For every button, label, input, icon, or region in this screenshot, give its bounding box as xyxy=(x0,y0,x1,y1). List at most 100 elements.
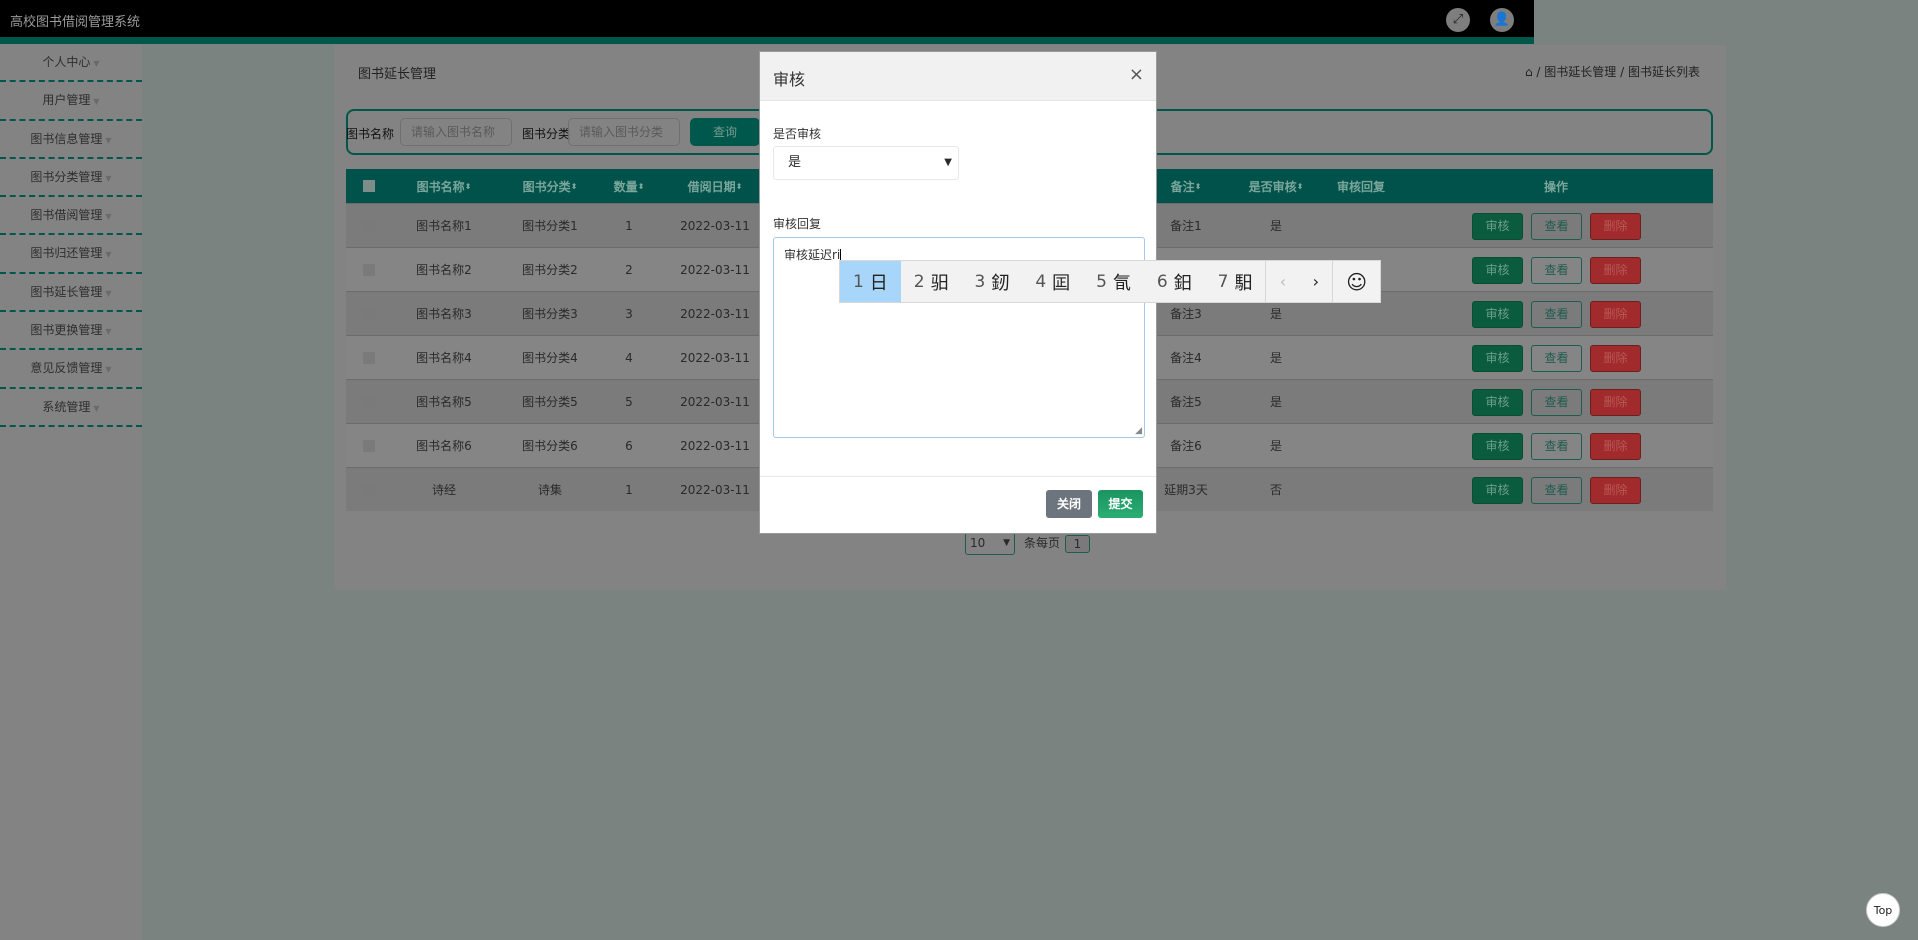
emoji-icon[interactable]: ☺ xyxy=(1333,261,1380,302)
page-button[interactable]: 1 xyxy=(1065,535,1090,553)
sidebar: 个人中心 ▼ 用户管理 ▼ 图书信息管理 ▼ 图书分类管理 ▼ 图书借阅管理 ▼ 图书归还管理 ▼ 图书… xyxy=(0,44,142,940)
cell-date: 2022-03-11 xyxy=(680,262,750,277)
column-header-approved[interactable]: 是否审核 ⬍ xyxy=(1249,169,1304,203)
close-icon[interactable]: × xyxy=(1129,64,1144,85)
cell-date: 2022-03-11 xyxy=(680,394,750,409)
sort-icon[interactable]: ⬍ xyxy=(465,182,472,191)
review-button[interactable]: 审核 xyxy=(1472,389,1523,416)
cell-approved: 是 xyxy=(1269,439,1283,453)
ime-candidate[interactable]: 1日 xyxy=(840,261,901,302)
sidebar-item[interactable]: 图书借阅管理 ▼ xyxy=(0,197,142,236)
row-checkbox[interactable] xyxy=(363,380,375,423)
delete-button[interactable]: 删除 xyxy=(1590,257,1641,284)
view-button[interactable]: 查看 xyxy=(1531,477,1582,504)
delete-button[interactable]: 删除 xyxy=(1590,477,1641,504)
sidebar-item[interactable]: 图书延长管理 ▼ xyxy=(0,274,142,313)
approve-select[interactable]: 是 ▼ xyxy=(773,146,959,180)
column-header-date[interactable]: 借阅日期 ⬍ xyxy=(688,169,743,203)
sidebar-item[interactable]: 图书信息管理 ▼ xyxy=(0,121,142,159)
row-checkbox[interactable] xyxy=(363,336,375,379)
delete-button[interactable]: 删除 xyxy=(1590,389,1641,416)
view-button[interactable]: 查看 xyxy=(1531,213,1582,240)
cell-qty: 2 xyxy=(625,262,633,277)
ime-candidate[interactable]: 6鈤 xyxy=(1144,261,1205,302)
view-button[interactable]: 查看 xyxy=(1531,345,1582,372)
column-header-category[interactable]: 图书分类 ⬍ xyxy=(523,169,578,203)
cell-category: 图书分类3 xyxy=(522,307,578,321)
row-checkbox[interactable] xyxy=(363,292,375,335)
close-button[interactable]: 关闭 xyxy=(1046,490,1092,518)
column-header-remark[interactable]: 备注 ⬍ xyxy=(1171,169,1202,203)
user-icon[interactable]: 👤 xyxy=(1490,8,1514,32)
delete-button[interactable]: 删除 xyxy=(1590,345,1641,372)
ime-candidate[interactable]: 4囸 xyxy=(1022,261,1083,302)
sidebar-item[interactable]: 用户管理 ▼ xyxy=(0,82,142,121)
sidebar-item[interactable]: 个人中心 ▼ xyxy=(0,44,142,83)
delete-button[interactable]: 删除 xyxy=(1590,433,1641,460)
sort-icon[interactable]: ⬍ xyxy=(1195,182,1202,191)
caret-down-icon: ▼ xyxy=(105,135,112,145)
sort-icon[interactable]: ⬍ xyxy=(736,182,743,191)
review-button[interactable]: 审核 xyxy=(1472,257,1523,284)
sidebar-item[interactable]: 图书分类管理 ▼ xyxy=(0,159,142,198)
sidebar-item[interactable]: 图书更换管理 ▼ xyxy=(0,312,142,351)
sort-icon[interactable]: ⬍ xyxy=(571,182,578,191)
cell-name: 图书名称3 xyxy=(416,307,472,321)
column-header-actions: 操作 xyxy=(1543,179,1569,194)
row-checkbox[interactable] xyxy=(363,248,375,291)
ime-next-icon[interactable]: › xyxy=(1299,261,1332,302)
delete-button[interactable]: 删除 xyxy=(1590,301,1641,328)
page-size-select[interactable]: 10 ▼ xyxy=(965,532,1015,555)
query-button[interactable]: 查询 xyxy=(690,118,760,146)
app-title: 高校图书借阅管理系统 xyxy=(10,15,141,30)
ime-candidate[interactable]: 2驲 xyxy=(901,261,962,302)
per-page-label: 条每页 xyxy=(1024,536,1061,550)
resize-handle-icon[interactable]: ◢ xyxy=(1135,426,1142,436)
caret-down-icon: ▼ xyxy=(105,288,112,298)
review-button[interactable]: 审核 xyxy=(1472,433,1523,460)
ime-candidate[interactable]: 5氜 xyxy=(1083,261,1144,302)
book-name-input[interactable]: 请输入图书名称 xyxy=(400,118,512,146)
sidebar-item[interactable]: 系统管理 ▼ xyxy=(0,389,142,427)
cell-date: 2022-03-11 xyxy=(680,350,750,365)
ime-candidate[interactable]: 3釰 xyxy=(962,261,1023,302)
back-to-top-button[interactable]: Top xyxy=(1866,893,1900,927)
ime-candidate[interactable]: 7馹 xyxy=(1205,261,1266,302)
breadcrumb-item[interactable]: 图书延长管理 xyxy=(1544,65,1616,79)
caret-down-icon: ▼ xyxy=(93,97,100,107)
view-button[interactable]: 查看 xyxy=(1531,433,1582,460)
submit-button[interactable]: 提交 xyxy=(1098,490,1143,518)
view-button[interactable]: 查看 xyxy=(1531,301,1582,328)
column-header-name[interactable]: 图书名称 ⬍ xyxy=(417,169,472,203)
ime-prev-icon[interactable]: ‹ xyxy=(1266,261,1299,302)
sidebar-item[interactable]: 意见反馈管理 ▼ xyxy=(0,350,142,389)
fullscreen-icon[interactable]: ⤢ xyxy=(1446,8,1470,32)
sidebar-item[interactable]: 图书归还管理 ▼ xyxy=(0,235,142,274)
row-checkbox[interactable] xyxy=(363,204,375,247)
review-button[interactable]: 审核 xyxy=(1472,213,1523,240)
select-all-checkbox[interactable] xyxy=(363,169,375,203)
row-checkbox[interactable] xyxy=(363,424,375,467)
cell-category: 图书分类6 xyxy=(522,439,578,453)
cell-remark: 备注4 xyxy=(1170,351,1202,365)
cell-category: 图书分类2 xyxy=(522,263,578,277)
delete-button[interactable]: 删除 xyxy=(1590,213,1641,240)
breadcrumb: ⌂ / 图书延长管理 / 图书延长列表 xyxy=(1524,65,1700,79)
sort-icon[interactable]: ⬍ xyxy=(638,182,645,191)
review-button[interactable]: 审核 xyxy=(1472,477,1523,504)
column-header-qty[interactable]: 数量 ⬍ xyxy=(614,169,645,203)
cell-remark: 备注1 xyxy=(1170,219,1202,233)
row-checkbox[interactable] xyxy=(363,468,375,511)
cell-approved: 是 xyxy=(1269,351,1283,365)
book-category-input[interactable]: 请输入图书分类 xyxy=(568,118,680,146)
review-button[interactable]: 审核 xyxy=(1472,345,1523,372)
view-button[interactable]: 查看 xyxy=(1531,257,1582,284)
column-header-reply: 审核回复 xyxy=(1336,179,1386,194)
caret-down-icon: ▼ xyxy=(105,212,112,222)
sort-icon[interactable]: ⬍ xyxy=(1297,182,1304,191)
ime-candidate-bar: 1 日 2 驲 3 釰 4 囸 5 氜 6 鈤 7 馹 ‹ › ☺ xyxy=(839,260,1381,303)
view-button[interactable]: 查看 xyxy=(1531,389,1582,416)
review-button[interactable]: 审核 xyxy=(1472,301,1523,328)
page-title: 图书延长管理 xyxy=(358,67,437,82)
home-icon[interactable]: ⌂ xyxy=(1525,65,1533,79)
